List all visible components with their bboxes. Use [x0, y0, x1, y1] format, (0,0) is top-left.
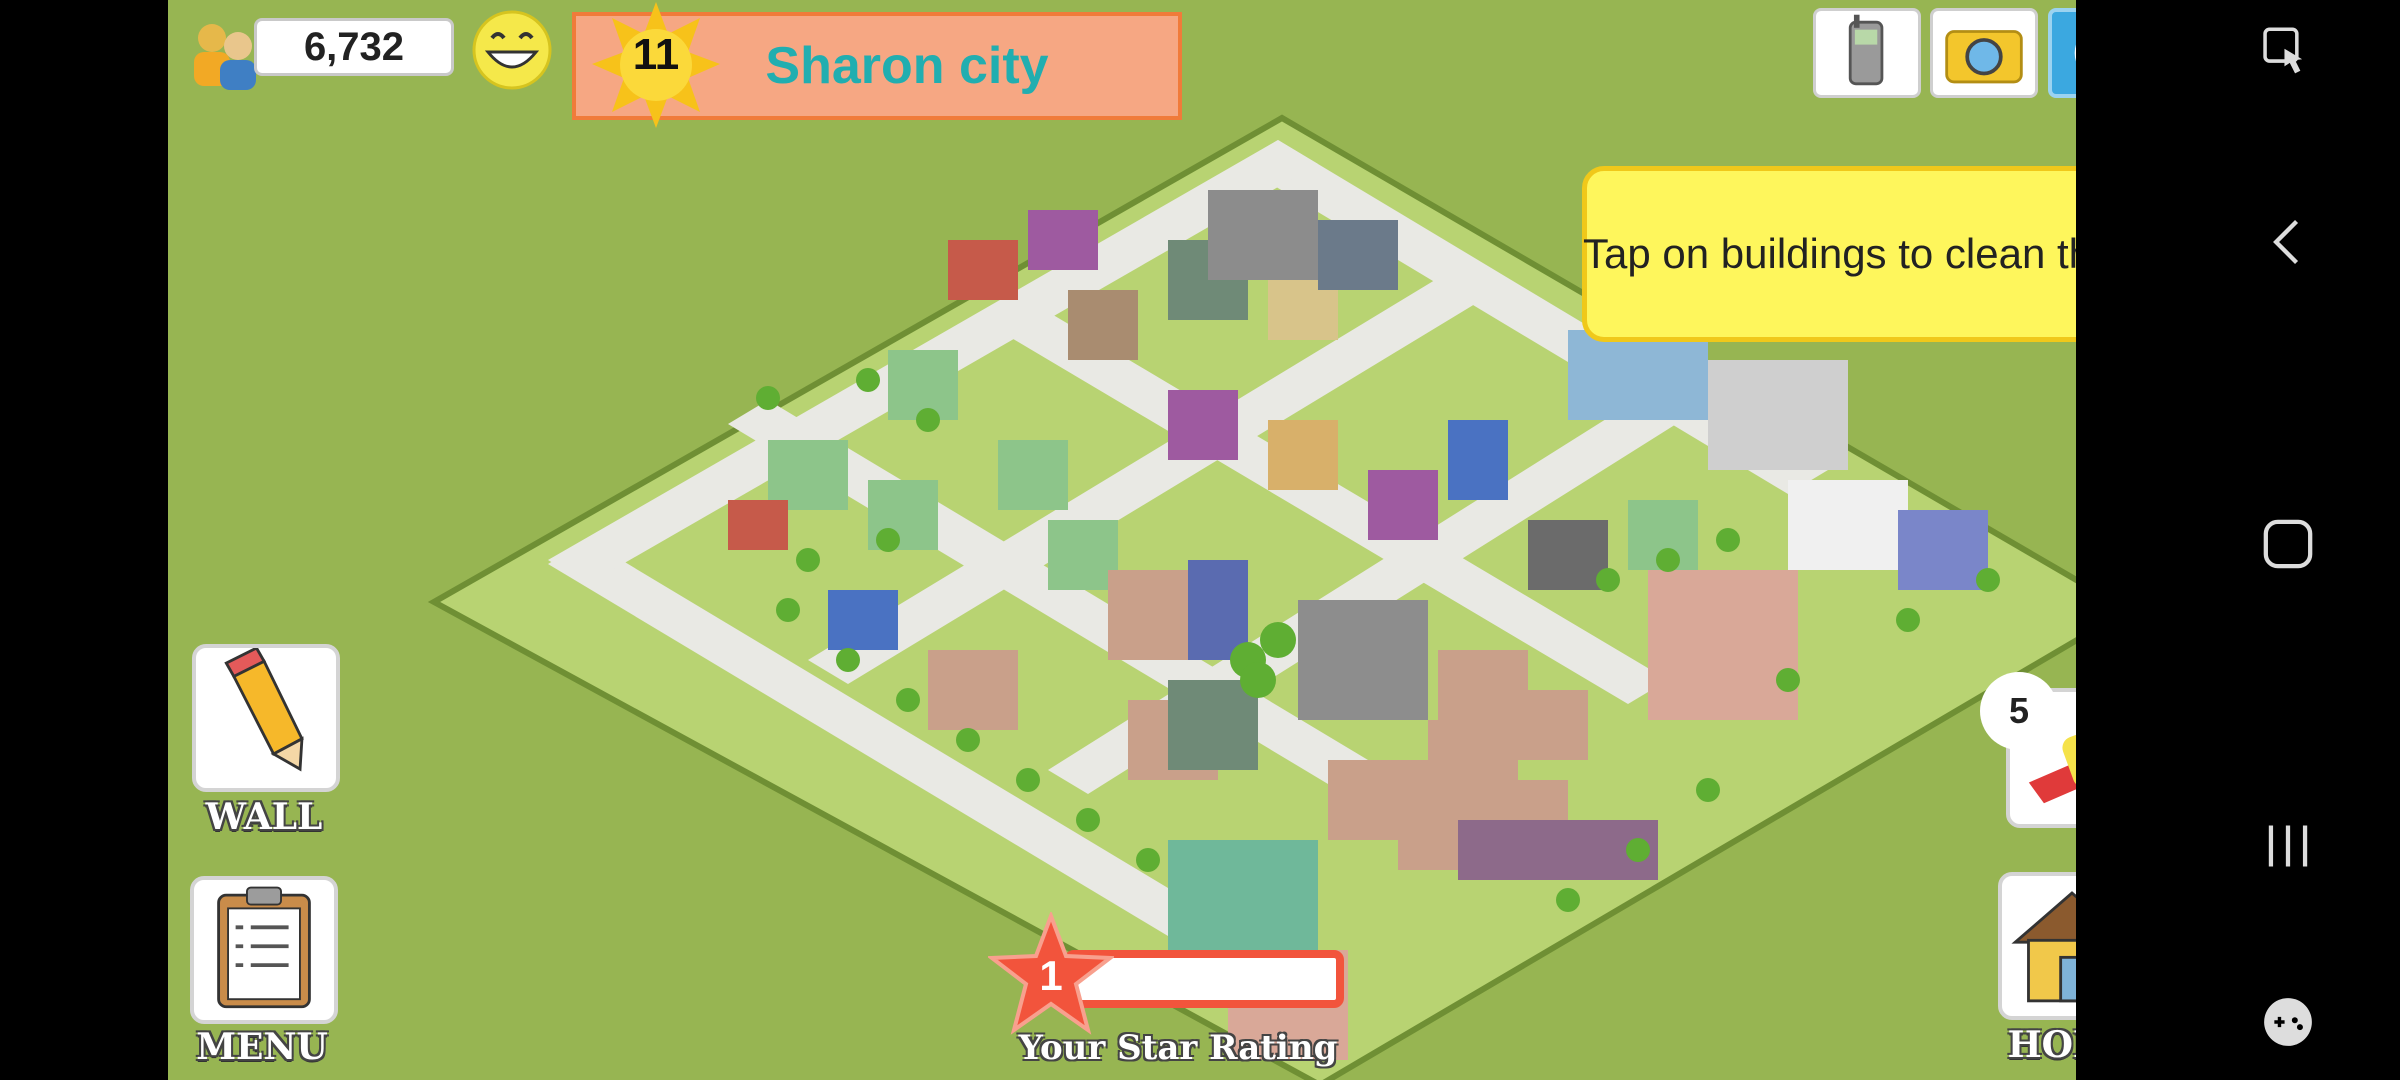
smiley-icon[interactable]	[470, 8, 554, 92]
phone-button[interactable]	[1813, 8, 1921, 98]
wall-button[interactable]	[192, 644, 340, 792]
game-viewport[interactable]: 6,732 Sharon city 11 Tap on buildings to…	[168, 0, 2076, 1080]
level-number: 11	[632, 30, 680, 79]
clean-count-badge: 5	[1980, 672, 2058, 750]
gamepad-icon	[2264, 998, 2312, 1046]
back-icon	[2273, 220, 2299, 264]
population-counter: 6,732	[254, 18, 454, 76]
tooltip-text: Tap on buildings to clean them.	[1583, 230, 2076, 277]
city-name: Sharon city	[765, 37, 1049, 95]
touch-lock-icon	[2263, 27, 2303, 74]
recents-icon	[2268, 825, 2308, 867]
menu-label: MENU	[196, 1026, 328, 1068]
home-label: HOME	[2007, 1024, 2076, 1066]
share-button[interactable]	[2048, 8, 2076, 98]
camera-button[interactable]	[1930, 8, 2038, 98]
back-button[interactable]	[2254, 208, 2322, 276]
wall-label: WALL	[205, 796, 323, 838]
star-rating-value: 1	[1039, 952, 1063, 999]
camera-icon	[1945, 30, 2023, 84]
home-nav-button[interactable]	[2254, 510, 2322, 578]
system-nav-bar	[2176, 0, 2400, 1080]
pencil-icon	[224, 646, 304, 772]
tutorial-tooltip: Tap on buildings to clean them.	[1582, 166, 2076, 342]
game-tools-button[interactable]	[2254, 988, 2322, 1056]
menu-button[interactable]	[190, 876, 338, 1024]
house-icon	[2011, 891, 2076, 1003]
city-map[interactable]	[168, 0, 2076, 1080]
recents-button[interactable]	[2254, 812, 2322, 880]
share-icon	[2074, 44, 2076, 62]
phone-icon	[1848, 14, 1884, 86]
clipboard-icon	[217, 886, 311, 1009]
star-rating-label: Your Star Rating	[1018, 1028, 1338, 1068]
home-button[interactable]	[1998, 872, 2076, 1020]
home-square-icon	[2263, 519, 2313, 569]
screen-lock-button[interactable]	[2254, 20, 2322, 88]
